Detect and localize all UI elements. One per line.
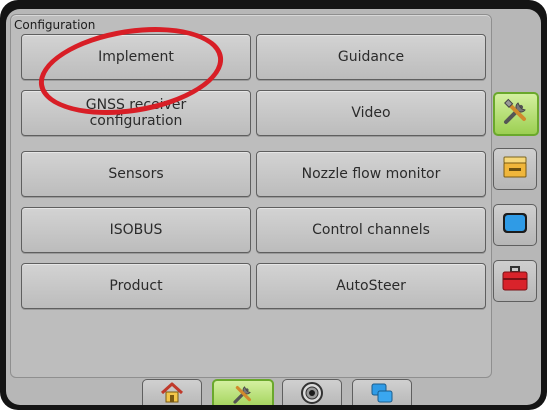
isobus-button-label: ISOBUS: [109, 222, 163, 238]
tools-icon: [230, 382, 256, 405]
panel-title: Configuration: [14, 18, 96, 32]
nozzle-flow-monitor-button[interactable]: Nozzle flow monitor: [256, 151, 486, 197]
control-channels-button[interactable]: Control channels: [256, 207, 486, 253]
gnss-receiver-configuration-button[interactable]: GNSS receiver configuration: [21, 90, 251, 136]
guidance-button-label: Guidance: [337, 49, 405, 65]
control-channels-button-label: Control channels: [312, 222, 430, 238]
bottom-tab-bar: [142, 379, 418, 405]
implement-button-label: Implement: [98, 49, 174, 65]
console-icon: [500, 152, 530, 186]
configuration-panel: Configuration Implement Guidance GNSS re…: [10, 14, 492, 378]
home-icon: [159, 381, 185, 405]
side-tab-display[interactable]: [493, 204, 537, 246]
side-tab-toolbox[interactable]: [493, 260, 537, 302]
bottom-tab-guidance[interactable]: [282, 379, 342, 405]
sensors-button[interactable]: Sensors: [21, 151, 251, 197]
video-button[interactable]: Video: [256, 90, 486, 136]
guidance-icon: [299, 381, 325, 405]
toolbox-icon: [500, 264, 530, 298]
implement-button[interactable]: Implement: [21, 34, 251, 80]
bottom-tab-windows[interactable]: [352, 379, 412, 405]
side-tab-tools[interactable]: [493, 92, 539, 136]
product-button-label: Product: [109, 278, 163, 294]
bottom-tab-home[interactable]: [142, 379, 202, 405]
nozzle-flow-monitor-button-label: Nozzle flow monitor: [301, 166, 441, 182]
autosteer-button[interactable]: AutoSteer: [256, 263, 486, 309]
product-button[interactable]: Product: [21, 263, 251, 309]
side-tab-console[interactable]: [493, 148, 537, 190]
guidance-button[interactable]: Guidance: [256, 34, 486, 80]
sensors-button-label: Sensors: [108, 166, 164, 182]
video-button-label: Video: [351, 105, 391, 121]
screen: Configuration Implement Guidance GNSS re…: [6, 9, 541, 405]
bottom-tab-tools[interactable]: [212, 379, 274, 405]
device-frame: Configuration Implement Guidance GNSS re…: [0, 0, 547, 410]
autosteer-button-label: AutoSteer: [336, 278, 406, 294]
gnss-button-label: GNSS receiver configuration: [85, 97, 187, 129]
display-icon: [500, 208, 530, 242]
tools-icon: [501, 97, 531, 131]
isobus-button[interactable]: ISOBUS: [21, 207, 251, 253]
windows-icon: [369, 381, 395, 405]
